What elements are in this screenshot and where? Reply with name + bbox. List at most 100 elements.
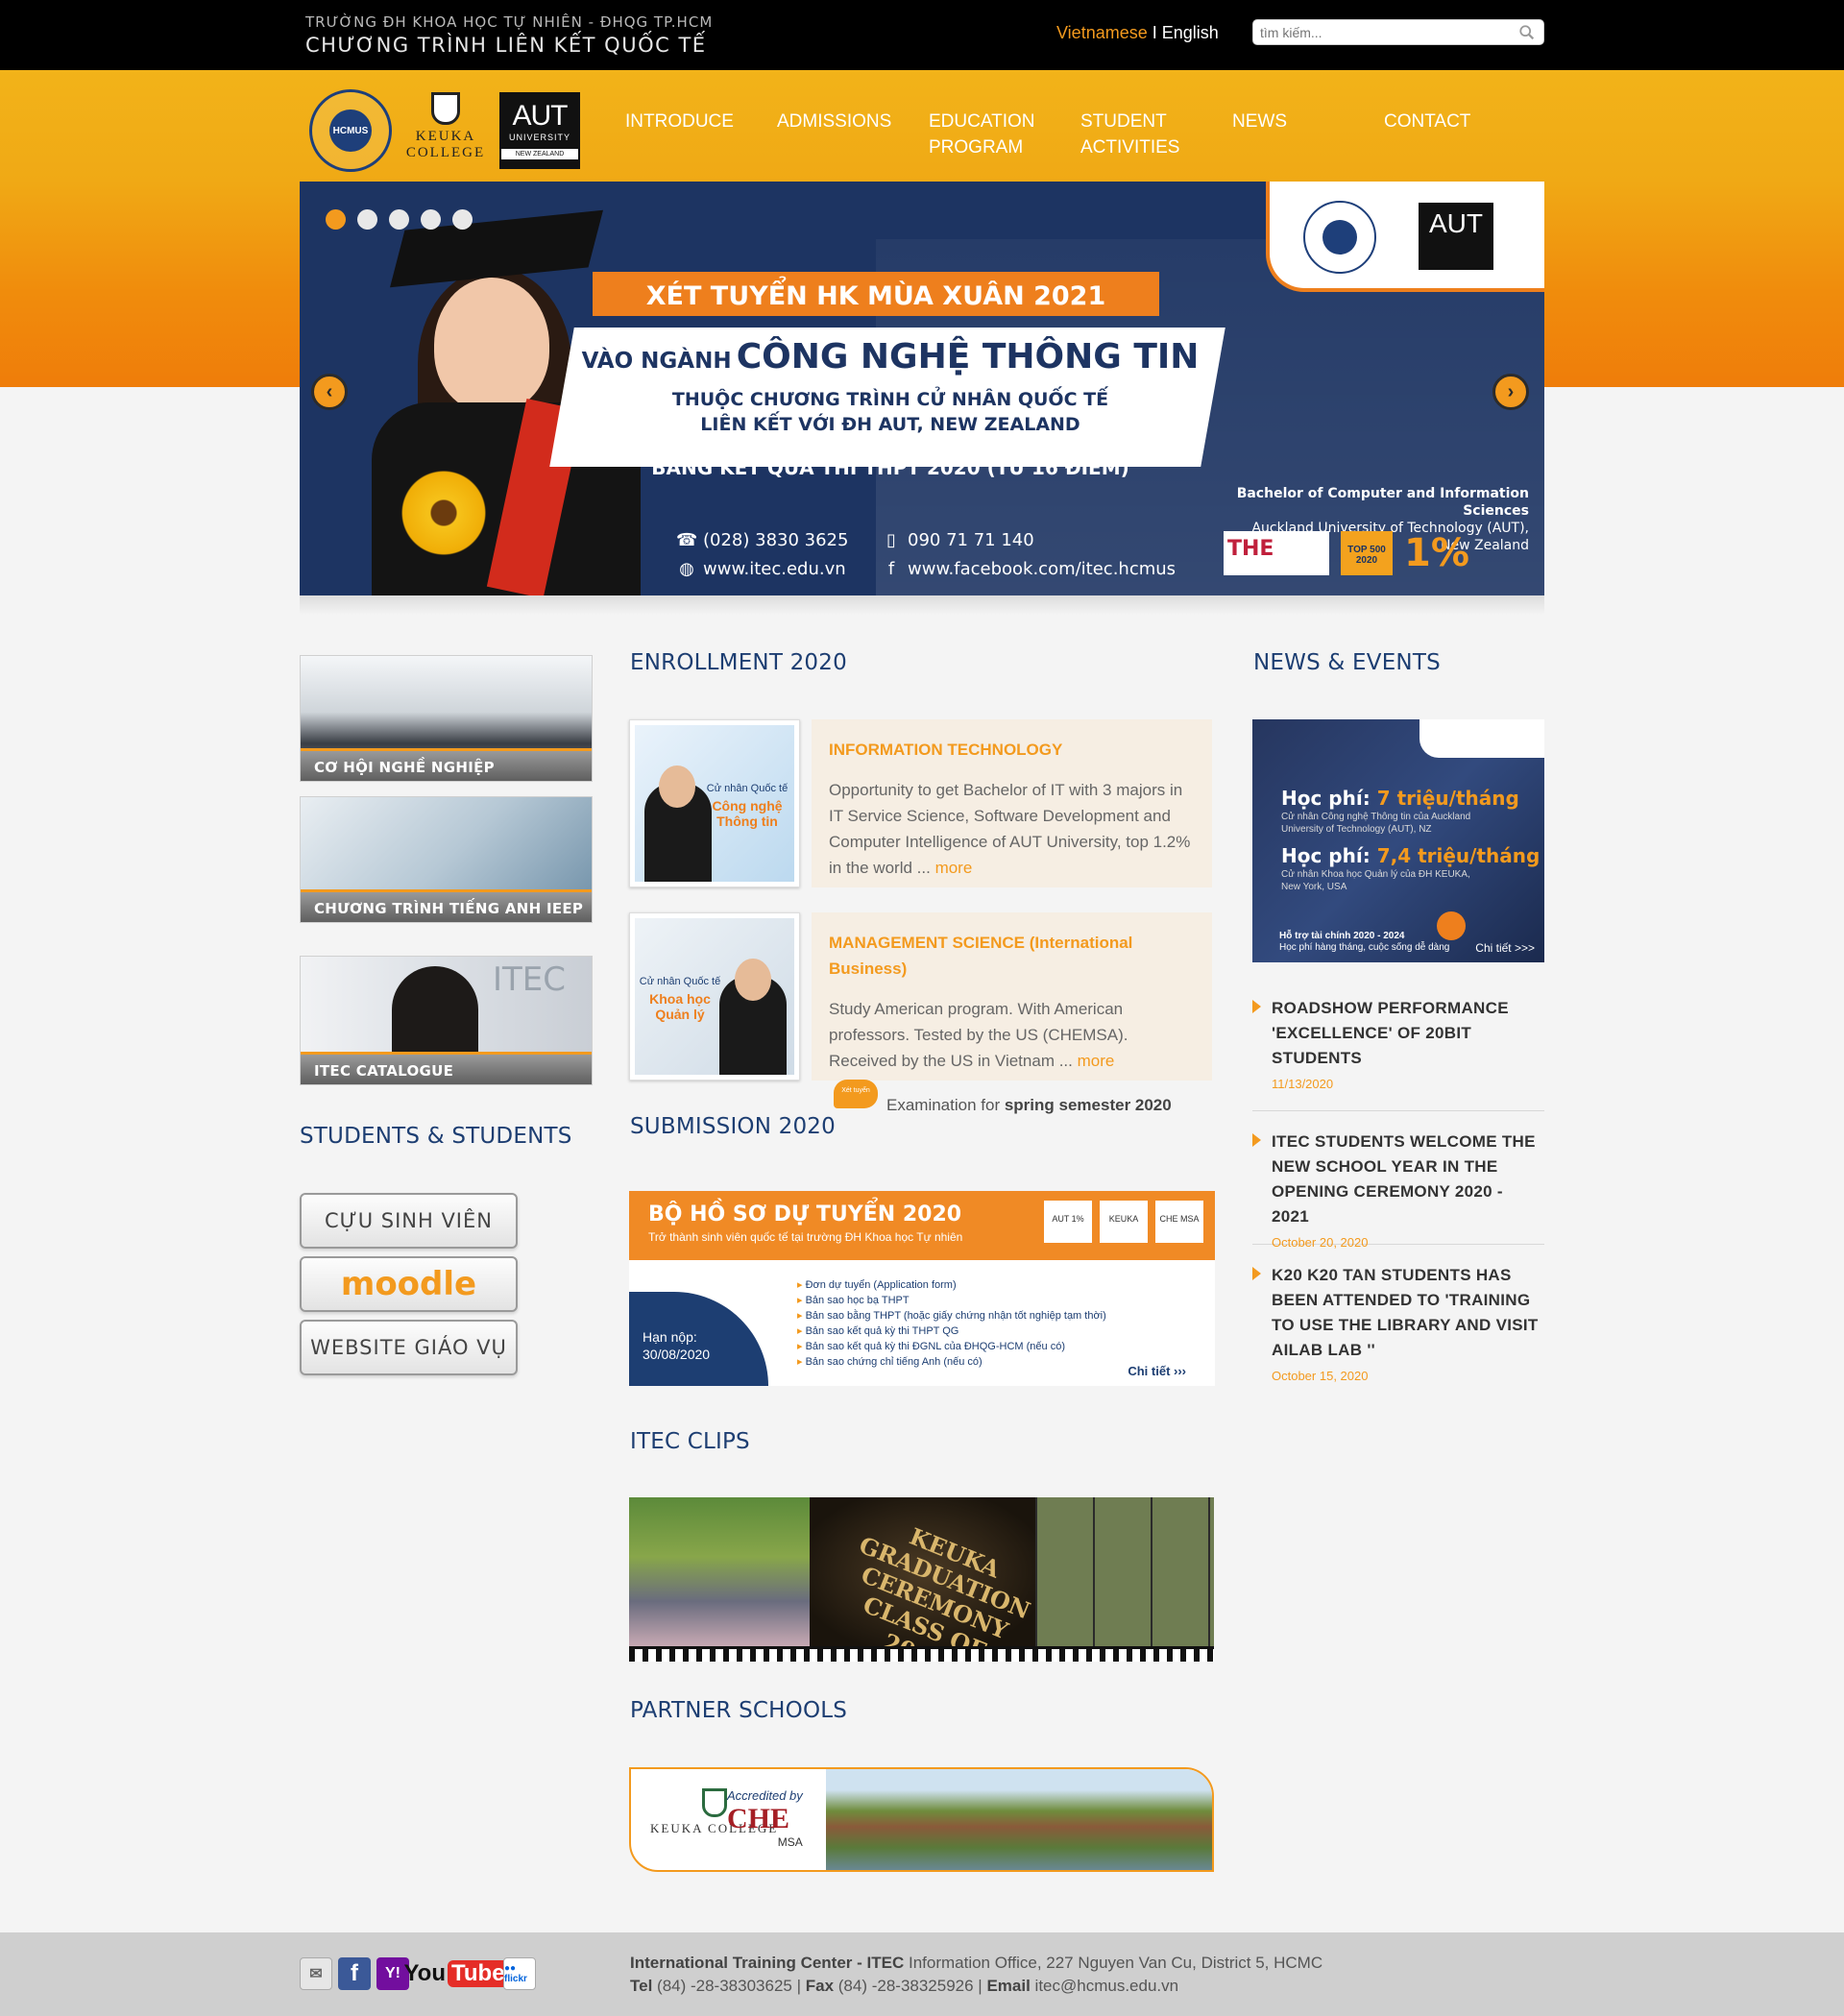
footer-email[interactable]: itec@hcmus.edu.vn: [1031, 1977, 1179, 1995]
exam-note[interactable]: Examination for spring semester 2020: [886, 1096, 1172, 1115]
program-card-management: Cử nhân Quốc tế Khoa học Quản lý MANAGEM…: [629, 912, 1212, 1081]
slider-next-arrow-icon[interactable]: ›: [1492, 374, 1529, 410]
news-item-title[interactable]: K20 K20 TAN STUDENTS HAS BEEN ATTENDED T…: [1272, 1263, 1544, 1363]
nav-education-program[interactable]: EDUCATION PROGRAM: [929, 109, 1080, 160]
submission-title: SUBMISSION 2020: [630, 1114, 836, 1139]
catalogue-student-figure: [392, 966, 478, 1062]
search-icon[interactable]: [1518, 24, 1536, 41]
bullet-arrow-icon: [1252, 1267, 1261, 1280]
email-icon[interactable]: ✉: [300, 1957, 332, 1990]
globe-icon: ◍: [679, 559, 694, 579]
program-more-link[interactable]: more: [935, 859, 973, 877]
submission-checklist: Đơn dự tuyển (Application form) Bản sao …: [797, 1277, 1106, 1370]
academic-website-button[interactable]: WEBSITE GIÁO VỤ: [300, 1320, 518, 1375]
keuka-shield-icon: [431, 92, 460, 125]
sunflower-bouquet: [391, 470, 497, 556]
banner-website: ◍ www.itec.edu.vn: [676, 559, 846, 579]
partner-logos[interactable]: HCMUS KEUKA COLLEGE AUT UNIVERSITY NEW Z…: [309, 89, 580, 172]
nav-contact[interactable]: CONTACT: [1384, 109, 1536, 160]
banner-headline4: BẰNG KẾT QUẢ THI THPT 2020 (TỪ 16 ĐIỂM): [651, 456, 1129, 479]
che-msa-logo: Accredited by CHE MSA: [727, 1788, 803, 1849]
partner-school-banner[interactable]: KEUKA COLLEGE Accredited by CHE MSA: [629, 1767, 1214, 1872]
news-item-date: October 15, 2020: [1272, 1369, 1369, 1383]
slider-dot[interactable]: [452, 209, 473, 230]
keuka-shield-icon: [701, 1788, 727, 1817]
news-feature-logos: [1419, 719, 1544, 758]
feature-detail-link[interactable]: Chi tiết >>>: [1475, 941, 1535, 955]
program-text-management: Study American program. With American pr…: [829, 1000, 1128, 1070]
nav-news[interactable]: NEWS: [1232, 109, 1384, 160]
hero-slider[interactable]: XÉT TUYỂN HK MÙA XUÂN 2021 VÀO NGÀNH CÔN…: [300, 182, 1544, 595]
hcmus-seal-icon: [1303, 201, 1376, 274]
ieep-english-box[interactable]: CHƯƠNG TRÌNH TIẾNG ANH IEEP: [300, 796, 593, 923]
facebook-icon: f: [887, 559, 895, 579]
banner-shadow: [300, 595, 1544, 615]
facebook-icon[interactable]: f: [338, 1957, 371, 1990]
clip-thumb-portraits[interactable]: [1035, 1497, 1214, 1646]
search-input[interactable]: [1253, 20, 1513, 44]
itec-catalogue-label: ITEC CATALOGUE: [301, 1052, 592, 1084]
nav-student-activities[interactable]: STUDENT ACTIVITIES: [1080, 109, 1205, 160]
lang-vietnamese-link[interactable]: Vietnamese: [1056, 23, 1148, 42]
campus-photo: [826, 1769, 1212, 1870]
itec-catalogue-box[interactable]: ITEC ITEC CATALOGUE: [300, 956, 593, 1085]
news-feature-banner[interactable]: Học phí: 7 triệu/tháng Cử nhân Công nghệ…: [1252, 719, 1544, 962]
nav-admissions[interactable]: ADMISSIONS: [777, 109, 929, 160]
program-card-it: Cử nhân Quốc tế Công nghệ Thông tin INFO…: [629, 719, 1212, 887]
news-item-title[interactable]: ITEC STUDENTS WELCOME THE NEW SCHOOL YEA…: [1272, 1129, 1544, 1229]
program-desc-management: MANAGEMENT SCIENCE (International Busine…: [812, 912, 1212, 1081]
students-title: STUDENTS & STUDENTS: [300, 1124, 572, 1149]
site-title-line2: CHƯƠNG TRÌNH LIÊN KẾT QUỐC TẾ: [305, 34, 707, 57]
banner-headline2: VÀO NGÀNH CÔNG NGHỆ THÔNG TIN: [581, 337, 1200, 376]
the-ranking-badge: THE: [1224, 531, 1329, 575]
news-item[interactable]: K20 K20 TAN STUDENTS HAS BEEN ATTENDED T…: [1252, 1263, 1544, 1388]
film-reel-strip: [629, 1646, 1214, 1662]
news-item-date: 11/13/2020: [1272, 1077, 1334, 1091]
career-opportunity-box[interactable]: CƠ HỘI NGHỀ NGHIỆP: [300, 655, 593, 782]
banner-rankings: THE TOP 500 2020 1%: [1224, 529, 1531, 577]
submission-deadline: Hạn nộp: 30/08/2020: [629, 1292, 768, 1386]
program-thumb-management[interactable]: Cử nhân Quốc tế Khoa học Quản lý: [629, 912, 800, 1081]
banner-phone: ☎ (028) 3830 3625: [676, 530, 849, 550]
phone-icon: ☎: [676, 530, 698, 550]
slider-dot[interactable]: [421, 209, 441, 230]
submission-partner-marks: AUT 1% KEUKA CHE MSA: [1044, 1201, 1203, 1243]
program-title-it[interactable]: INFORMATION TECHNOLOGY: [829, 737, 1195, 763]
nav-introduce[interactable]: INTRODUCE: [625, 109, 777, 160]
news-item[interactable]: ITEC STUDENTS WELCOME THE NEW SCHOOL YEA…: [1252, 1129, 1544, 1250]
hcmus-logo: HCMUS: [309, 89, 392, 172]
footer-fax: (84) -28-38325926 |: [834, 1977, 987, 1995]
lang-separator: I: [1147, 23, 1162, 42]
top-percent-badge: 1%: [1404, 531, 1469, 575]
alumni-button[interactable]: CỰU SINH VIÊN: [300, 1193, 518, 1249]
site-title[interactable]: TRƯỜNG ĐH KHOA HỌC TỰ NHIÊN - ĐHQG TP.HC…: [305, 13, 713, 57]
slider-dot[interactable]: [389, 209, 409, 230]
news-item[interactable]: ROADSHOW PERFORMANCE 'EXCELLENCE' OF 20B…: [1252, 996, 1544, 1111]
flickr-icon[interactable]: ●● flickr: [503, 1957, 536, 1990]
clips-title: ITEC CLIPS: [630, 1429, 750, 1454]
enrollment-title: ENROLLMENT 2020: [630, 650, 847, 675]
clip-thumb-graduation[interactable]: KEUKA GRADUATION CEREMONY CLASS OF 2019: [810, 1497, 1035, 1662]
partner-title: PARTNER SCHOOLS: [630, 1698, 848, 1723]
program-text-it: Opportunity to get Bachelor of IT with 3…: [829, 781, 1191, 877]
submission-banner[interactable]: BỘ HỒ SƠ DỰ TUYỂN 2020 Trở thành sinh vi…: [629, 1191, 1215, 1386]
itec-clips-strip[interactable]: KEUKA GRADUATION CEREMONY CLASS OF 2019: [629, 1497, 1214, 1662]
clip-thumb-group-photo[interactable]: [629, 1497, 810, 1646]
ieep-english-label: CHƯƠNG TRÌNH TIẾNG ANH IEEP: [301, 889, 592, 922]
submission-detail-link[interactable]: Chi tiết ›››: [1128, 1364, 1186, 1378]
lang-english-link[interactable]: English: [1162, 23, 1219, 42]
banner-facebook: f www.facebook.com/itec.hcmus: [881, 559, 1176, 579]
moodle-button[interactable]: moodle: [300, 1256, 518, 1312]
slider-dot[interactable]: [326, 209, 346, 230]
itec-watermark: ITEC: [493, 960, 567, 999]
footer-org: International Training Center - ITEC: [630, 1954, 905, 1972]
slider-dots: [326, 209, 473, 230]
program-more-link[interactable]: more: [1078, 1052, 1115, 1070]
youtube-icon[interactable]: You Tube: [403, 1957, 509, 1990]
program-title-management[interactable]: MANAGEMENT SCIENCE (International Busine…: [829, 930, 1195, 982]
program-thumb-it[interactable]: Cử nhân Quốc tế Công nghệ Thông tin: [629, 719, 800, 887]
slider-prev-arrow-icon[interactable]: ‹: [311, 374, 348, 410]
news-item-title[interactable]: ROADSHOW PERFORMANCE 'EXCELLENCE' OF 20B…: [1272, 996, 1544, 1071]
slider-dot[interactable]: [357, 209, 377, 230]
program-desc-it: INFORMATION TECHNOLOGY Opportunity to ge…: [812, 719, 1212, 887]
